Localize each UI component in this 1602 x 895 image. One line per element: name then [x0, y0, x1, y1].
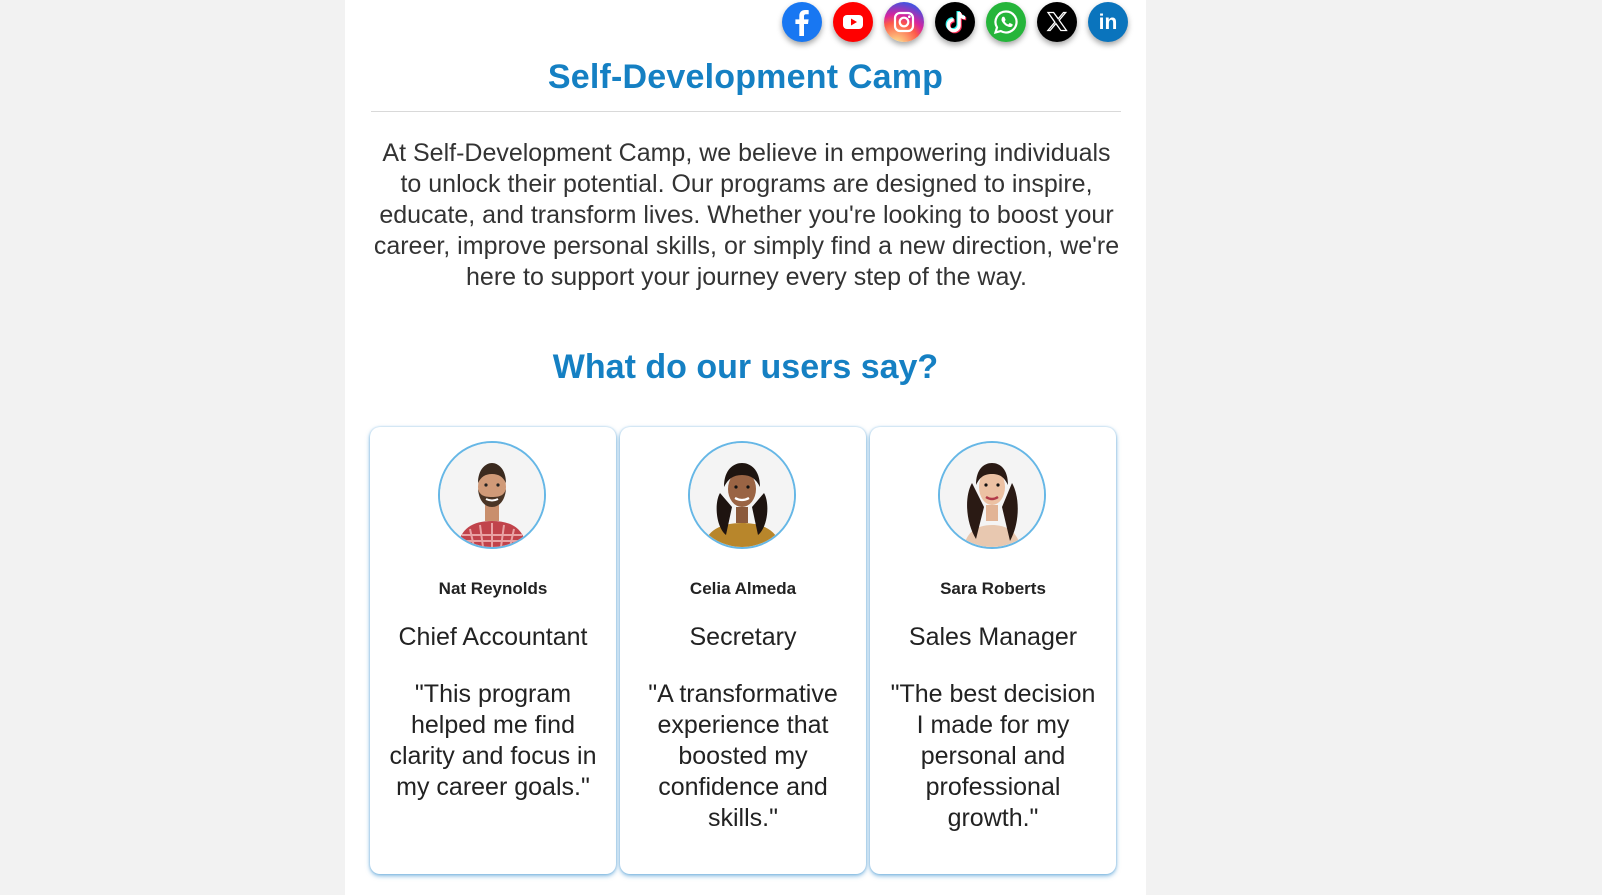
avatar [938, 441, 1046, 549]
title-divider [371, 111, 1121, 112]
testimonial-quote: "A transformative experience that booste… [648, 680, 838, 832]
testimonial-card: Celia Almeda Secretary "A transformative… [620, 427, 866, 874]
facebook-icon [795, 10, 809, 36]
whatsapp-button[interactable] [986, 2, 1026, 42]
x-button[interactable] [1037, 2, 1077, 42]
linkedin-icon: in [1099, 11, 1118, 34]
testimonial-role: Sales Manager [908, 623, 1078, 651]
tiktok-icon [945, 11, 967, 34]
testimonial-name: Celia Almeda [689, 579, 797, 598]
svg-text:in: in [1099, 11, 1118, 34]
youtube-button[interactable] [833, 2, 873, 42]
testimonial-quote: "This program helped me find clarity and… [389, 680, 597, 801]
testimonial-card: Nat Reynolds Chief Accountant "This prog… [370, 427, 616, 874]
whatsapp-icon [993, 10, 1018, 35]
linkedin-button[interactable]: in [1088, 2, 1128, 42]
testimonial-name: Sara Roberts [940, 579, 1046, 598]
testimonial-quote: "The best decision I made for my persona… [890, 680, 1096, 832]
instagram-button[interactable] [884, 2, 924, 42]
testimonial-cards: Nat Reynolds Chief Accountant "This prog… [370, 427, 1120, 874]
testimonial-name: Nat Reynolds [438, 579, 548, 598]
page-container: in Self-Development Camp At Self-Develop… [345, 0, 1146, 895]
testimonials-heading: What do our users say? [552, 348, 939, 386]
testimonial-role: Secretary [689, 623, 797, 651]
x-icon [1046, 11, 1068, 32]
social-links: in [782, 2, 1128, 42]
facebook-button[interactable] [782, 2, 822, 42]
page-title: Self-Development Camp [547, 58, 944, 96]
intro-paragraph: At Self-Development Camp, we believe in … [373, 139, 1120, 291]
tiktok-button[interactable] [935, 2, 975, 42]
avatar [438, 441, 546, 549]
avatar [688, 441, 796, 549]
youtube-icon [843, 15, 863, 29]
instagram-icon [893, 11, 915, 33]
testimonial-card: Sara Roberts Sales Manager "The best dec… [870, 427, 1116, 874]
testimonial-role: Chief Accountant [398, 623, 588, 651]
